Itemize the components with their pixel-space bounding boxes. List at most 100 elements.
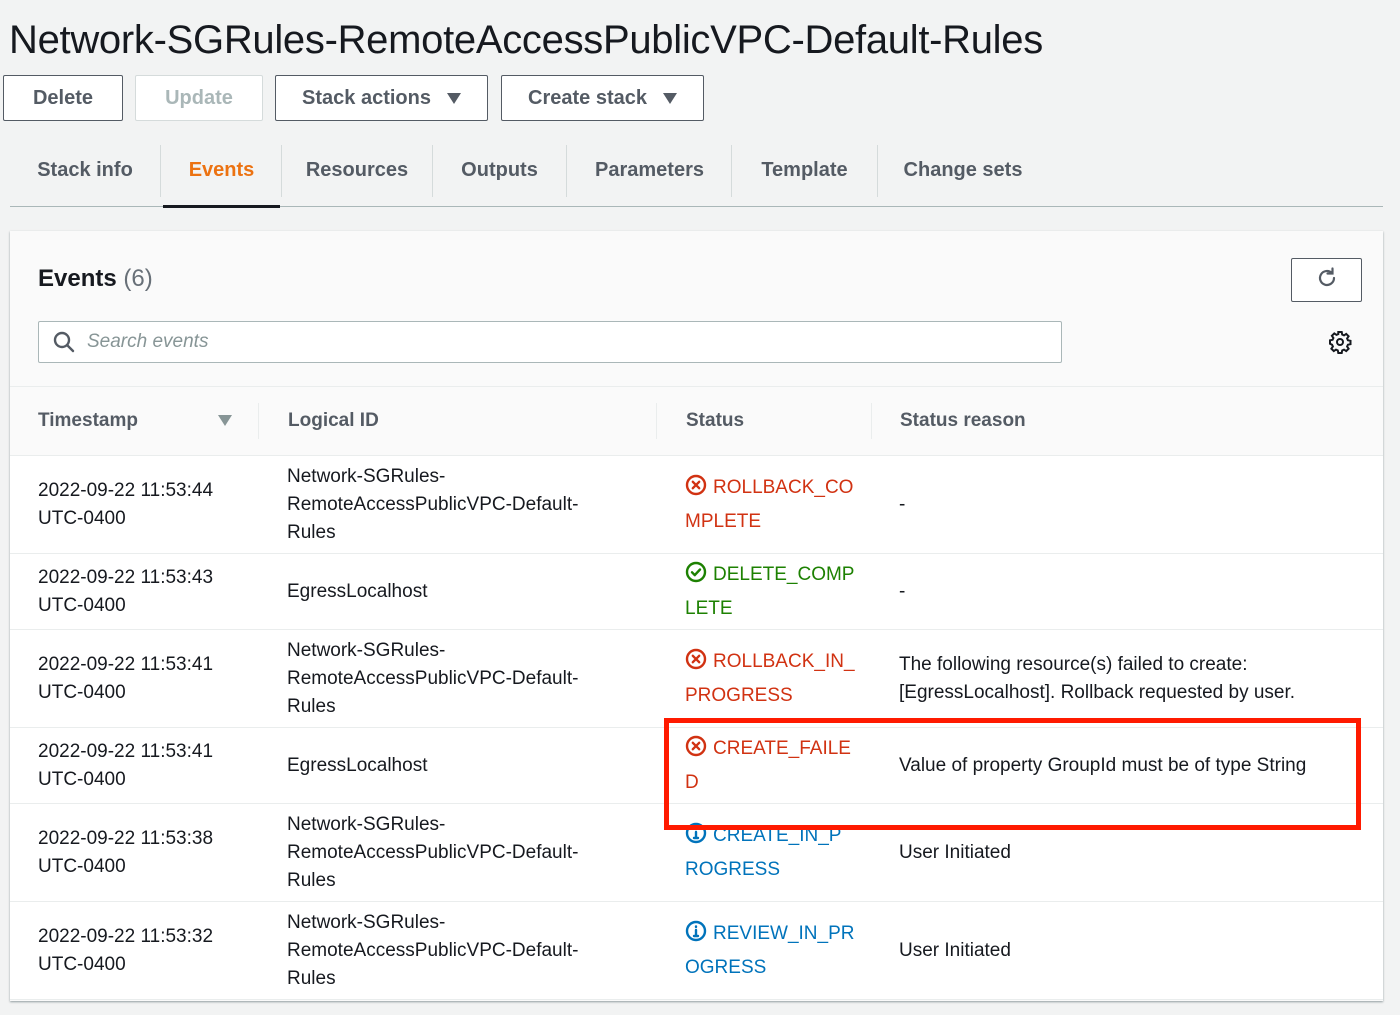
- success-check-icon: [685, 561, 707, 593]
- cell-timestamp: 2022-09-22 11:53:41 UTC-0400: [38, 630, 258, 727]
- stack-actions-dropdown[interactable]: Stack actions: [275, 75, 488, 121]
- refresh-button[interactable]: [1291, 258, 1362, 302]
- search-events-field[interactable]: [38, 321, 1062, 363]
- timestamp-line: UTC-0400: [38, 953, 126, 975]
- table-row: 2022-09-22 11:53:44 UTC-0400 Network-SGRul…: [10, 456, 1383, 554]
- tab-events[interactable]: Events: [163, 135, 280, 208]
- timestamp-line: 2022-09-22 11:53:41: [38, 653, 214, 675]
- timestamp-line: 2022-09-22 11:53:32: [38, 925, 214, 947]
- status-text: CREATE_IN_PROGRESS: [685, 825, 842, 880]
- cell-status: CREATE_IN_PROGRESS: [685, 804, 855, 901]
- refresh-icon: [1315, 266, 1339, 295]
- caret-down-icon: [662, 92, 677, 104]
- table-row: 2022-09-22 11:53:43 UTC-0400 EgressLocalho…: [10, 554, 1383, 630]
- tab-divider: [160, 145, 161, 197]
- status-reason-text: Value of property GroupId must be of typ…: [899, 754, 1307, 776]
- create-stack-dropdown[interactable]: Create stack: [501, 75, 704, 121]
- logical-id-line: RemoteAccessPublicVPC-Default-: [287, 939, 579, 961]
- logical-id-line: Network-SGRules-: [287, 465, 446, 487]
- cell-logical-id: Network-SGRules- RemoteAccessPublicVPC-De…: [287, 456, 617, 553]
- tab-resources[interactable]: Resources: [282, 135, 432, 206]
- tab-parameters[interactable]: Parameters: [567, 135, 732, 206]
- table-row: 2022-09-22 11:53:38 UTC-0400 Network-SGRul…: [10, 804, 1383, 902]
- sort-descending-icon[interactable]: [218, 415, 232, 426]
- cell-status: DELETE_COMPLETE: [685, 554, 855, 629]
- status-badge: REVIEW_IN_PROGRESS: [685, 918, 855, 983]
- delete-label: Delete: [32, 86, 94, 109]
- cell-status: ROLLBACK_IN_PROGRESS: [685, 630, 855, 727]
- column-header-logical-id[interactable]: Logical ID: [288, 387, 379, 455]
- tab-stack-info[interactable]: Stack info: [10, 135, 160, 206]
- status-reason-text: -: [899, 580, 906, 602]
- column-header-status-reason[interactable]: Status reason: [900, 387, 1026, 455]
- table-row: 2022-09-22 11:53:32 UTC-0400 Network-SGRul…: [10, 902, 1383, 1000]
- tab-bar: Stack info Events Resources Outputs Para…: [10, 135, 1383, 208]
- column-header-status[interactable]: Status: [686, 387, 744, 455]
- column-divider[interactable]: [258, 403, 259, 439]
- cell-status-reason: User Initiated: [899, 804, 1369, 901]
- timestamp-line: UTC-0400: [38, 768, 126, 790]
- delete-button[interactable]: Delete: [3, 75, 123, 121]
- page-title: Network-SGRules-RemoteAccessPublicVPC-De…: [9, 18, 1043, 62]
- gear-icon: [1328, 330, 1352, 359]
- table-row: 2022-09-22 11:53:41 UTC-0400 EgressLocalho…: [10, 728, 1383, 804]
- update-button[interactable]: Update: [135, 75, 263, 121]
- cell-status: CREATE_FAILED: [685, 728, 855, 803]
- info-circle-icon: [685, 822, 707, 854]
- status-reason-text: User Initiated: [899, 939, 1011, 961]
- cell-logical-id: EgressLocalhost: [287, 728, 617, 803]
- logical-id-line: EgressLocalhost: [287, 754, 428, 776]
- timestamp-line: UTC-0400: [38, 681, 126, 703]
- cell-timestamp: 2022-09-22 11:53:44 UTC-0400: [38, 456, 258, 553]
- status-badge: CREATE_FAILED: [685, 733, 855, 798]
- cell-logical-id: Network-SGRules- RemoteAccessPublicVPC-De…: [287, 902, 617, 999]
- timestamp-line: UTC-0400: [38, 507, 126, 529]
- status-badge: ROLLBACK_COMPLETE: [685, 472, 855, 537]
- error-circle-icon: [685, 474, 707, 506]
- search-events-input[interactable]: [85, 330, 1061, 354]
- tab-change-sets[interactable]: Change sets: [878, 135, 1048, 206]
- cell-status-reason: User Initiated: [899, 902, 1369, 999]
- timestamp-line: 2022-09-22 11:53:44: [38, 479, 214, 501]
- status-reason-text: User Initiated: [899, 841, 1011, 863]
- tab-template[interactable]: Template: [732, 135, 877, 206]
- cell-timestamp: 2022-09-22 11:53:32 UTC-0400: [38, 902, 258, 999]
- tab-outputs[interactable]: Outputs: [433, 135, 566, 206]
- column-divider[interactable]: [656, 403, 657, 439]
- events-heading: Events (6): [38, 265, 153, 293]
- logical-id-line: Rules: [287, 869, 336, 891]
- cell-logical-id: EgressLocalhost: [287, 554, 617, 629]
- logical-id-line: Network-SGRules-: [287, 911, 446, 933]
- status-text: ROLLBACK_COMPLETE: [685, 477, 854, 532]
- table-row: 2022-09-22 11:53:41 UTC-0400 Network-SGRul…: [10, 630, 1383, 728]
- timestamp-line: UTC-0400: [38, 855, 126, 877]
- cell-status-reason: The following resource(s) failed to crea…: [899, 630, 1369, 727]
- cell-status-reason: -: [899, 456, 1369, 553]
- logical-id-line: Rules: [287, 967, 336, 989]
- table-header: Timestamp Logical ID Status Status reaso…: [10, 386, 1383, 456]
- cell-status-reason: -: [899, 554, 1369, 629]
- timestamp-line: 2022-09-22 11:53:43: [38, 566, 214, 588]
- cell-timestamp: 2022-09-22 11:53:38 UTC-0400: [38, 804, 258, 901]
- logical-id-line: RemoteAccessPublicVPC-Default-: [287, 667, 579, 689]
- status-reason-text: The following resource(s) failed to crea…: [899, 653, 1296, 703]
- cell-status: REVIEW_IN_PROGRESS: [685, 902, 855, 999]
- cell-logical-id: Network-SGRules- RemoteAccessPublicVPC-De…: [287, 804, 617, 901]
- status-text: ROLLBACK_IN_PROGRESS: [685, 651, 855, 706]
- logical-id-line: RemoteAccessPublicVPC-Default-: [287, 493, 579, 515]
- status-badge: ROLLBACK_IN_PROGRESS: [685, 646, 855, 711]
- events-title: Events: [38, 265, 117, 292]
- column-header-timestamp[interactable]: Timestamp: [38, 387, 138, 455]
- search-icon: [53, 331, 75, 353]
- column-divider[interactable]: [871, 403, 872, 439]
- status-text: CREATE_FAILED: [685, 738, 851, 793]
- info-circle-icon: [685, 920, 707, 952]
- timestamp-line: 2022-09-22 11:53:38: [38, 827, 214, 849]
- events-count: (6): [123, 265, 153, 292]
- preferences-button[interactable]: [1328, 330, 1352, 359]
- logical-id-line: EgressLocalhost: [287, 580, 428, 602]
- error-circle-icon: [685, 735, 707, 767]
- events-table-body: 2022-09-22 11:53:44 UTC-0400 Network-SGRul…: [10, 456, 1383, 1000]
- logical-id-line: Rules: [287, 521, 336, 543]
- update-label: Update: [165, 86, 233, 109]
